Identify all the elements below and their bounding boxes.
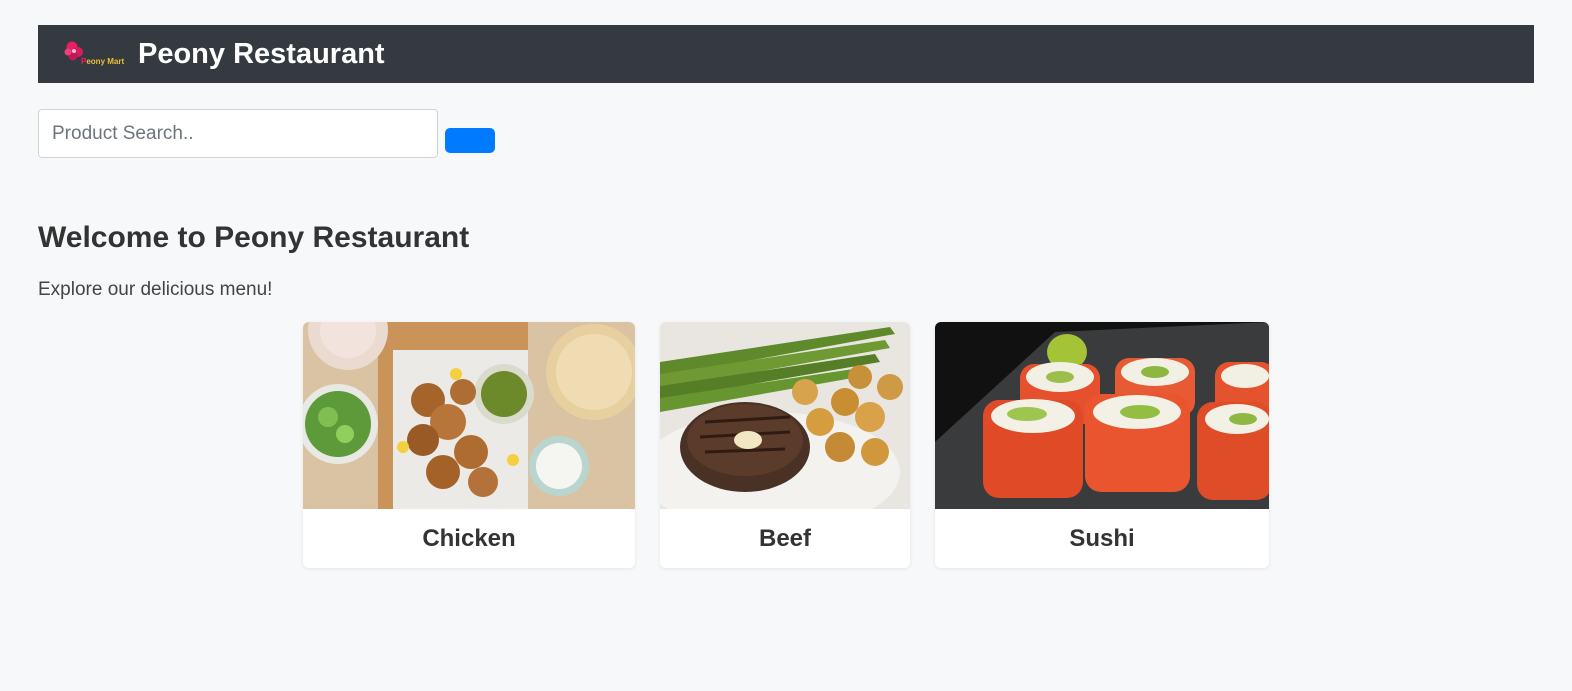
menu-card-chicken[interactable]: Chicken (303, 322, 635, 568)
site-header: Peony Mart Peony Restaurant (38, 25, 1534, 83)
beef-image (660, 322, 910, 509)
search-button[interactable] (445, 128, 495, 153)
page-subtitle: Explore our delicious menu! (38, 279, 273, 300)
menu-card-label: Sushi (1069, 524, 1135, 552)
site-title: Peony Restaurant (138, 38, 385, 70)
menu-card-label: Beef (758, 524, 812, 552)
menu-card-sushi[interactable]: Sushi (935, 322, 1269, 568)
page-title: Welcome to Peony Restaurant (38, 221, 470, 254)
menu-card-beef[interactable]: Beef (660, 322, 910, 568)
chicken-image (303, 322, 635, 509)
menu-card-label: Chicken (422, 524, 516, 552)
product-search-input[interactable] (38, 109, 438, 158)
peony-mart-logo[interactable]: Peony Mart (63, 40, 125, 70)
sushi-image (935, 322, 1269, 509)
logo-text: Peony Mart (81, 57, 125, 66)
